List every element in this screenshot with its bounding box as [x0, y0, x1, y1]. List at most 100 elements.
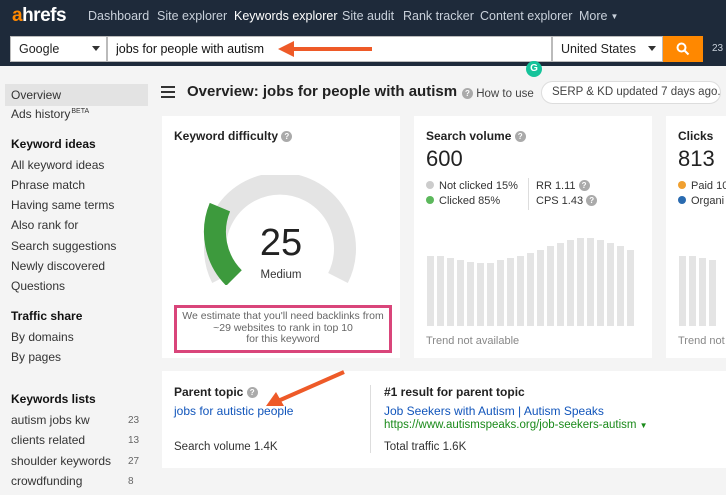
nav-keywords-explorer[interactable]: Keywords explorer	[234, 9, 338, 23]
sidebar-list-item[interactable]: autism jobs kw	[11, 413, 90, 427]
sidebar-item-phrase-match[interactable]: Phrase match	[11, 178, 85, 192]
search-button[interactable]	[663, 36, 703, 62]
search-volume-value: 600	[426, 146, 463, 171]
question-circle-icon[interactable]: ?	[246, 387, 258, 398]
trend-bar	[587, 238, 594, 326]
sidebar-item-having-same-terms[interactable]: Having same terms	[11, 198, 114, 212]
magnifier-icon	[676, 42, 690, 56]
sidebar-item-ads-history[interactable]: Ads historyBETA	[11, 107, 89, 121]
sidebar-item-also-rank-for[interactable]: Also rank for	[11, 218, 78, 232]
trend-bar	[497, 260, 504, 326]
first-result-url[interactable]: https://www.autismspeaks.org/job-seekers…	[384, 419, 648, 431]
trend-bar	[537, 250, 544, 326]
nav-more[interactable]: More ▼	[579, 9, 618, 23]
cps-metric: CPS 1.43 ?	[536, 195, 598, 207]
nav-site-audit[interactable]: Site audit	[342, 9, 394, 23]
list-count: 23	[128, 415, 140, 426]
sidebar-heading-keyword-ideas: Keyword ideas	[11, 137, 96, 151]
parent-topic-title: Parent topic ?	[174, 385, 258, 399]
list-count: 27	[128, 456, 140, 467]
trend-bar	[679, 256, 686, 326]
question-circle-icon[interactable]: ?	[281, 131, 293, 142]
nav-content-explorer[interactable]: Content explorer	[480, 9, 572, 23]
trend-bar	[689, 256, 696, 326]
paid-legend: Paid 10	[678, 180, 726, 192]
clicks-value: 813	[678, 146, 715, 171]
trend-bar	[467, 262, 474, 326]
question-circle-icon[interactable]: ?	[514, 131, 526, 142]
sidebar-heading-traffic-share: Traffic share	[11, 309, 83, 323]
organic-legend: Organi	[678, 195, 724, 207]
sidebar-item-search-suggestions[interactable]: Search suggestions	[11, 239, 116, 253]
truncated-counter: 23	[712, 43, 724, 54]
trend-bar	[507, 258, 514, 326]
country-select[interactable]: United States	[552, 36, 663, 62]
sidebar-item-by-domains[interactable]: By domains	[11, 330, 74, 344]
chevron-down-icon	[92, 46, 100, 51]
trend-bar	[617, 246, 624, 326]
rr-metric: RR 1.11 ?	[536, 180, 590, 192]
clicks-trend-note: Trend not	[678, 335, 725, 347]
trend-bar	[517, 256, 524, 326]
sidebar-item-overview[interactable]: Overview	[5, 84, 148, 106]
trend-bar	[567, 240, 574, 326]
serp-status-badge: SERP & KD updated 7 days ago.	[541, 81, 721, 104]
top-navigation: ahrefs Dashboard Site explorer Keywords …	[0, 0, 726, 34]
red-arrow	[266, 370, 345, 406]
trend-bar	[577, 238, 584, 326]
trend-bar	[627, 250, 634, 326]
grammarly-icon[interactable]: G	[526, 61, 542, 77]
hamburger-icon[interactable]	[161, 86, 175, 101]
sidebar-item-questions[interactable]: Questions	[11, 279, 65, 293]
chevron-down-icon: ▼	[639, 421, 648, 430]
trend-bar	[527, 253, 534, 326]
sidebar-item-by-pages[interactable]: By pages	[11, 350, 61, 364]
kd-label: Medium	[260, 269, 302, 281]
trend-bar	[427, 256, 434, 326]
trend-bar	[597, 240, 604, 326]
first-result-traffic: Total traffic 1.6K	[384, 441, 467, 453]
list-count: 8	[128, 476, 134, 487]
trend-bar	[457, 260, 464, 326]
clicked-legend: Clicked 85%	[426, 195, 500, 207]
sidebar-list-item[interactable]: shoulder keywords	[11, 454, 111, 468]
nav-rank-tracker[interactable]: Rank tracker	[403, 9, 474, 23]
sidebar-list-item[interactable]: crowdfunding	[11, 474, 82, 488]
trend-bar	[709, 260, 716, 326]
ahrefs-logo[interactable]: ahrefs	[12, 5, 67, 27]
sidebar-list-item[interactable]: clients related	[11, 433, 85, 447]
question-circle-icon[interactable]: ?	[578, 180, 590, 191]
sidebar-item-all-keyword-ideas[interactable]: All keyword ideas	[11, 158, 104, 172]
divider	[528, 178, 529, 210]
trend-bar	[699, 258, 706, 326]
parent-topic-volume: Search volume 1.4K	[174, 441, 278, 453]
first-result-title: #1 result for parent topic	[384, 385, 525, 399]
nav-site-explorer[interactable]: Site explorer	[157, 9, 227, 23]
sidebar-item-newly-discovered[interactable]: Newly discovered	[11, 259, 105, 273]
search-volume-title: Search volume ?	[426, 129, 526, 143]
kd-score: 25	[259, 222, 303, 264]
trend-bar	[447, 258, 454, 326]
trend-bar	[477, 263, 484, 326]
trend-bar	[487, 263, 494, 326]
chevron-down-icon: ▼	[610, 12, 619, 21]
trend-bar	[607, 243, 614, 326]
red-arrow	[278, 41, 372, 57]
not-clicked-legend: Not clicked 15%	[426, 180, 518, 192]
how-to-use-link[interactable]: ? How to use	[462, 88, 534, 100]
nav-dashboard[interactable]: Dashboard	[88, 9, 149, 23]
question-circle-icon: ?	[462, 88, 473, 99]
keyword-difficulty-title: Keyword difficulty ?	[174, 129, 293, 143]
trend-bar	[557, 243, 564, 326]
trend-bar	[437, 256, 444, 326]
question-circle-icon[interactable]: ?	[586, 195, 598, 206]
trend-not-available: Trend not available	[426, 335, 520, 347]
chevron-down-icon	[648, 46, 656, 51]
trend-bar	[547, 246, 554, 326]
search-engine-select[interactable]: Google	[10, 36, 107, 62]
clicks-title: Clicks	[678, 129, 714, 143]
backlinks-estimate: We estimate that you'll need backlinks f…	[174, 305, 392, 353]
first-result-link[interactable]: Job Seekers with Autism | Autism Speaks	[384, 404, 604, 418]
page-title: Overview: jobs for people with autism	[187, 83, 458, 100]
list-count: 13	[128, 435, 140, 446]
